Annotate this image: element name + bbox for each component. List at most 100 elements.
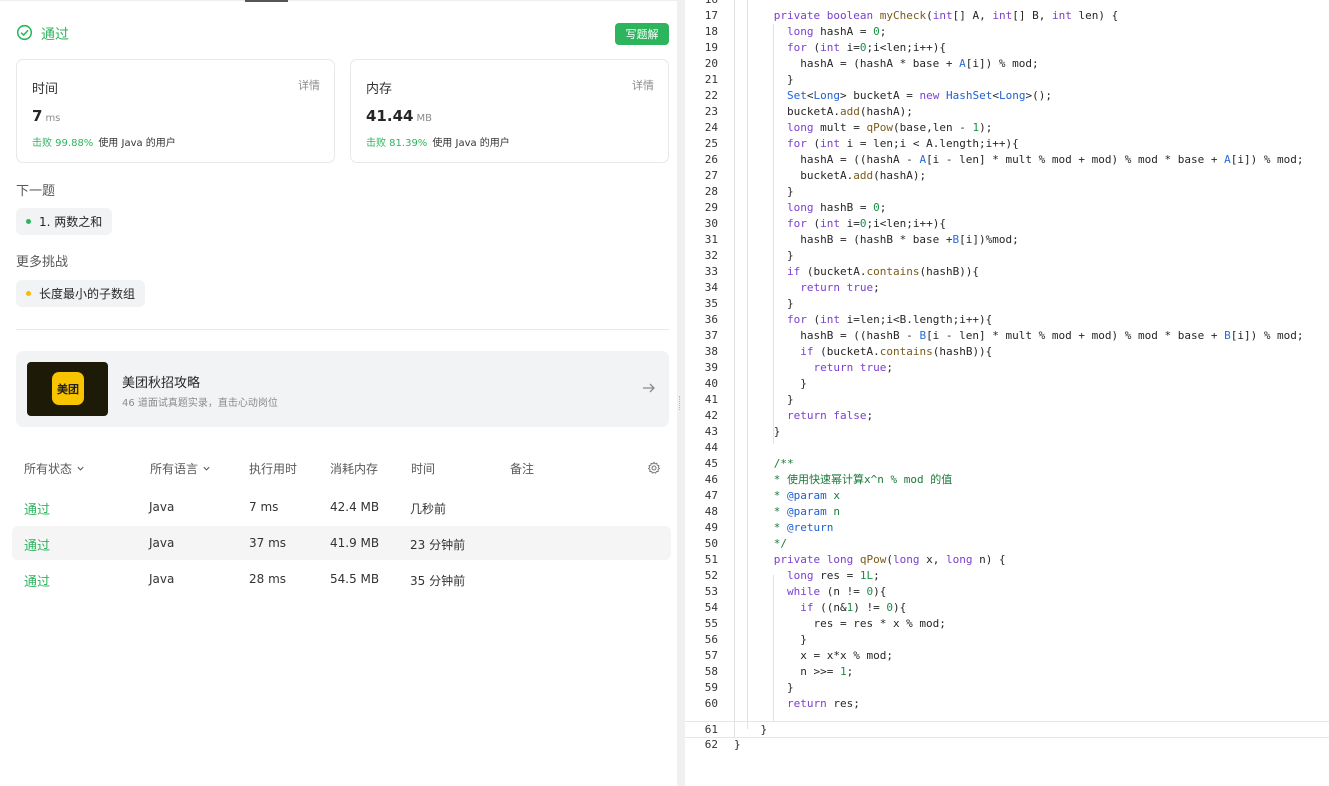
code-editor[interactable]: 16 17 private boolean myCheck(int[] A, i… bbox=[685, 0, 1329, 786]
line-number: 32 bbox=[704, 249, 718, 262]
line-number: 26 bbox=[704, 153, 718, 166]
line-number: 44 bbox=[704, 441, 718, 454]
line-number: 60 bbox=[704, 697, 718, 710]
row-status[interactable]: 通过 bbox=[24, 571, 50, 590]
code-line: 56 } bbox=[685, 632, 1329, 648]
code-line: 54 if ((n&1) != 0){ bbox=[685, 600, 1329, 616]
more-challenges-label: 更多挑战 bbox=[16, 255, 69, 270]
code-line: 34 return true; bbox=[685, 280, 1329, 296]
memory-title: 内存 bbox=[366, 82, 393, 97]
code-line: 57 x = x*x % mod; bbox=[685, 648, 1329, 664]
line-number: 47 bbox=[704, 489, 718, 502]
code-line: 33 if (bucketA.contains(hashB)){ bbox=[685, 264, 1329, 280]
runtime-detail-link[interactable]: 详情 bbox=[298, 77, 320, 93]
code-line: 16 bbox=[685, 0, 1329, 8]
code-line: 42 return false; bbox=[685, 408, 1329, 424]
code-line: 55 res = res * x % mod; bbox=[685, 616, 1329, 632]
line-number: 55 bbox=[704, 617, 718, 630]
line-number: 20 bbox=[704, 57, 718, 70]
runtime-value: 7 bbox=[32, 107, 43, 125]
submission-row[interactable]: 通过 Java 37 ms 41.9 MB 23 分钟前 bbox=[12, 526, 671, 560]
memory-header: 消耗内存 bbox=[330, 462, 379, 476]
code-line: 30 for (int i=0;i<len;i++){ bbox=[685, 216, 1329, 232]
promo-banner[interactable]: 美团 美团秋招攻略 46 道面试真题实录，直击心动岗位 bbox=[16, 351, 669, 427]
memory-detail-link[interactable]: 详情 bbox=[632, 77, 654, 93]
line-number: 24 bbox=[704, 121, 718, 134]
active-tab-indicator bbox=[245, 0, 288, 2]
language-filter[interactable]: 所有语言 bbox=[150, 460, 211, 477]
code-line: 28 } bbox=[685, 184, 1329, 200]
row-runtime: 7 ms bbox=[249, 500, 279, 514]
code-line: 49 * @return bbox=[685, 520, 1329, 536]
line-number: 35 bbox=[704, 297, 718, 310]
line-number: 40 bbox=[704, 377, 718, 390]
line-number: 17 bbox=[704, 9, 718, 22]
status-filter-label: 所有状态 bbox=[24, 462, 73, 476]
code-line: 52 long res = 1L; bbox=[685, 568, 1329, 584]
code-line: 35 } bbox=[685, 296, 1329, 312]
code-line: 58 n >>= 1; bbox=[685, 664, 1329, 680]
submission-row[interactable]: 通过 Java 28 ms 54.5 MB 35 分钟前 bbox=[12, 562, 671, 596]
promo-subtitle: 46 道面试真题实录，直击心动岗位 bbox=[122, 398, 278, 409]
line-number: 21 bbox=[704, 73, 718, 86]
code-line: 21 } bbox=[685, 72, 1329, 88]
drag-grip-icon bbox=[679, 396, 681, 410]
panel-resize-handle[interactable] bbox=[677, 0, 685, 786]
gear-icon[interactable] bbox=[647, 461, 661, 475]
memory-value-wrap: 41.44 MB bbox=[366, 107, 432, 125]
submission-row[interactable]: 通过 Java 7 ms 42.4 MB 几秒前 bbox=[12, 490, 671, 524]
row-time: 23 分钟前 bbox=[410, 538, 466, 552]
tab-bar-border bbox=[0, 0, 677, 1]
code-line: 25 for (int i = len;i < A.length;i++){ bbox=[685, 136, 1329, 152]
next-problem-chip[interactable]: 1. 两数之和 bbox=[16, 208, 113, 235]
code-line: 53 while (n != 0){ bbox=[685, 584, 1329, 600]
language-filter-label: 所有语言 bbox=[150, 462, 199, 476]
code-line: 43 } bbox=[685, 424, 1329, 440]
code-line: 20 hashA = (hashA * base + A[i]) % mod; bbox=[685, 56, 1329, 72]
line-number: 46 bbox=[704, 473, 718, 486]
line-number: 28 bbox=[704, 185, 718, 198]
line-number: 18 bbox=[704, 25, 718, 38]
line-number: 42 bbox=[704, 409, 718, 422]
next-problem-title: 1. 两数之和 bbox=[39, 215, 103, 229]
row-language: Java bbox=[149, 536, 175, 550]
row-memory: 42.4 MB bbox=[330, 500, 380, 514]
line-number: 56 bbox=[704, 633, 718, 646]
promo-title: 美团秋招攻略 bbox=[122, 376, 201, 391]
line-number: 38 bbox=[704, 345, 718, 358]
status-filter[interactable]: 所有状态 bbox=[24, 460, 85, 477]
line-number: 27 bbox=[704, 169, 718, 182]
code-line: 36 for (int i=len;i<B.length;i++){ bbox=[685, 312, 1329, 328]
chevron-down-icon bbox=[77, 466, 84, 471]
runtime-beat-percent: 击败 99.88% bbox=[32, 138, 94, 149]
code-line: 51 private long qPow(long x, long n) { bbox=[685, 552, 1329, 568]
line-number: 48 bbox=[704, 505, 718, 518]
code-line: 26 hashA = ((hashA - A[i - len] * mult %… bbox=[685, 152, 1329, 168]
line-number: 45 bbox=[704, 457, 718, 470]
row-status[interactable]: 通过 bbox=[24, 499, 50, 518]
current-line: 61 } bbox=[685, 721, 1329, 738]
code-line: 40 } bbox=[685, 376, 1329, 392]
chevron-down-icon bbox=[203, 466, 210, 471]
runtime-header: 执行用时 bbox=[249, 462, 298, 476]
write-solution-button[interactable]: 写题解 bbox=[615, 23, 669, 45]
line-number: 51 bbox=[704, 553, 718, 566]
arrow-right-icon bbox=[643, 383, 655, 393]
code-line: 44 bbox=[685, 440, 1329, 456]
notes-header: 备注 bbox=[510, 462, 535, 476]
code-line: 45 /** bbox=[685, 456, 1329, 472]
code-line: 19 for (int i=0;i<len;i++){ bbox=[685, 40, 1329, 56]
result-panel: 通过 写题解 时间 详情 7 ms 击败 99.88% 使用 Java 的用户 内存… bbox=[0, 0, 677, 786]
runtime-beat-text: 使用 Java 的用户 bbox=[98, 138, 176, 149]
code-line: 59 } bbox=[685, 680, 1329, 696]
code-line: 62} bbox=[685, 737, 1329, 753]
line-number: 22 bbox=[704, 89, 718, 102]
line-number: 31 bbox=[704, 233, 718, 246]
code-line: 37 hashB = ((hashB - B[i - len] * mult %… bbox=[685, 328, 1329, 344]
code-line: 39 return true; bbox=[685, 360, 1329, 376]
line-number: 59 bbox=[704, 681, 718, 694]
code-line: 29 long hashB = 0; bbox=[685, 200, 1329, 216]
row-status[interactable]: 通过 bbox=[24, 535, 50, 554]
challenge-chip[interactable]: 长度最小的子数组 bbox=[16, 280, 146, 307]
line-number: 62 bbox=[704, 738, 718, 751]
